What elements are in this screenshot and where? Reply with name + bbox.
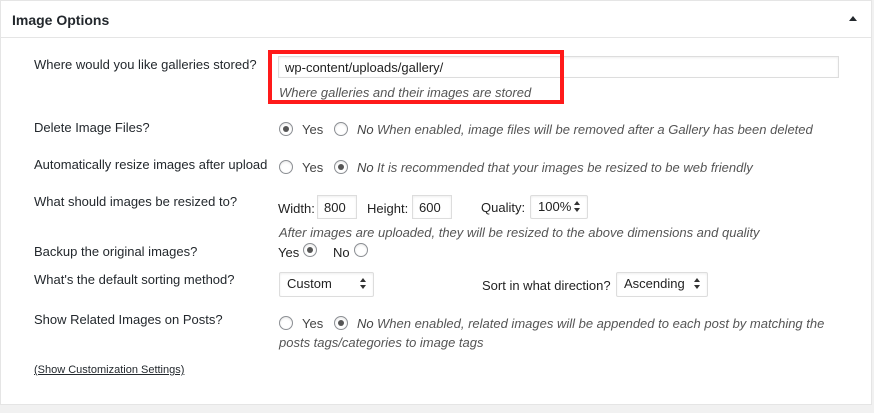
auto-resize-no-label[interactable]: No <box>357 160 374 175</box>
sort-method-select[interactable]: Custom <box>279 272 374 297</box>
delete-files-no-label[interactable]: No <box>357 122 374 137</box>
sort-method-select-value: Custom <box>287 276 332 291</box>
collapse-arrow-icon[interactable] <box>849 16 857 21</box>
delete-files-label: Delete Image Files? <box>34 120 150 135</box>
backup-label: Backup the original images? <box>34 244 198 259</box>
backup-yes-label[interactable]: Yes <box>278 245 299 260</box>
panel-header[interactable]: Image Options <box>1 1 871 38</box>
related-images-label: Show Related Images on Posts? <box>34 312 223 327</box>
height-label: Height: <box>367 201 409 216</box>
auto-resize-no-radio[interactable] <box>334 160 348 174</box>
select-arrows-icon <box>360 278 368 290</box>
sort-direction-label: Sort in what direction? <box>482 278 611 293</box>
auto-resize-label: Automatically resize images after upload <box>34 157 268 172</box>
delete-files-yes-radio[interactable] <box>279 122 293 136</box>
show-customization-link[interactable]: (Show Customization Settings) <box>34 364 184 376</box>
backup-no-label[interactable]: No <box>333 245 350 260</box>
width-input[interactable] <box>317 195 357 219</box>
gallery-path-description: Where galleries and their images are sto… <box>279 85 532 100</box>
related-yes-radio[interactable] <box>279 316 293 330</box>
related-yes-label[interactable]: Yes <box>302 316 323 331</box>
select-arrows-icon <box>694 278 702 290</box>
delete-files-description: When enabled, image files will be remove… <box>377 122 813 137</box>
delete-files-yes-label[interactable]: Yes <box>302 122 323 137</box>
related-no-label[interactable]: No <box>357 316 374 331</box>
resize-description: After images are uploaded, they will be … <box>279 225 760 240</box>
image-options-panel: Image Options Where would you like galle… <box>0 0 872 405</box>
sorting-label: What's the default sorting method? <box>34 272 235 287</box>
sort-direction-select-value: Ascending <box>624 276 685 291</box>
sort-direction-select[interactable]: Ascending <box>616 272 708 297</box>
related-description-line1: When enabled, related images will be app… <box>377 316 825 331</box>
resize-to-label: What should images be resized to? <box>34 194 238 209</box>
height-input[interactable] <box>412 195 452 219</box>
quality-select-value: 100% <box>538 199 572 214</box>
delete-files-no-radio[interactable] <box>334 122 348 136</box>
auto-resize-yes-radio[interactable] <box>279 160 293 174</box>
backup-no-radio[interactable] <box>354 243 368 257</box>
quality-label: Quality: <box>481 200 526 215</box>
gallery-path-label: Where would you like galleries stored? <box>34 57 257 72</box>
panel-title: Image Options <box>12 12 110 28</box>
quality-select[interactable]: 100% <box>530 195 588 219</box>
related-description-line2: posts tags/categories to image tags <box>279 335 484 350</box>
select-arrows-icon <box>574 201 582 213</box>
width-label: Width: <box>278 201 315 216</box>
backup-yes-radio[interactable] <box>303 243 317 257</box>
auto-resize-description: It is recommended that your images be re… <box>377 160 753 175</box>
gallery-path-input[interactable] <box>278 56 839 78</box>
auto-resize-yes-label[interactable]: Yes <box>302 160 323 175</box>
related-no-radio[interactable] <box>334 316 348 330</box>
